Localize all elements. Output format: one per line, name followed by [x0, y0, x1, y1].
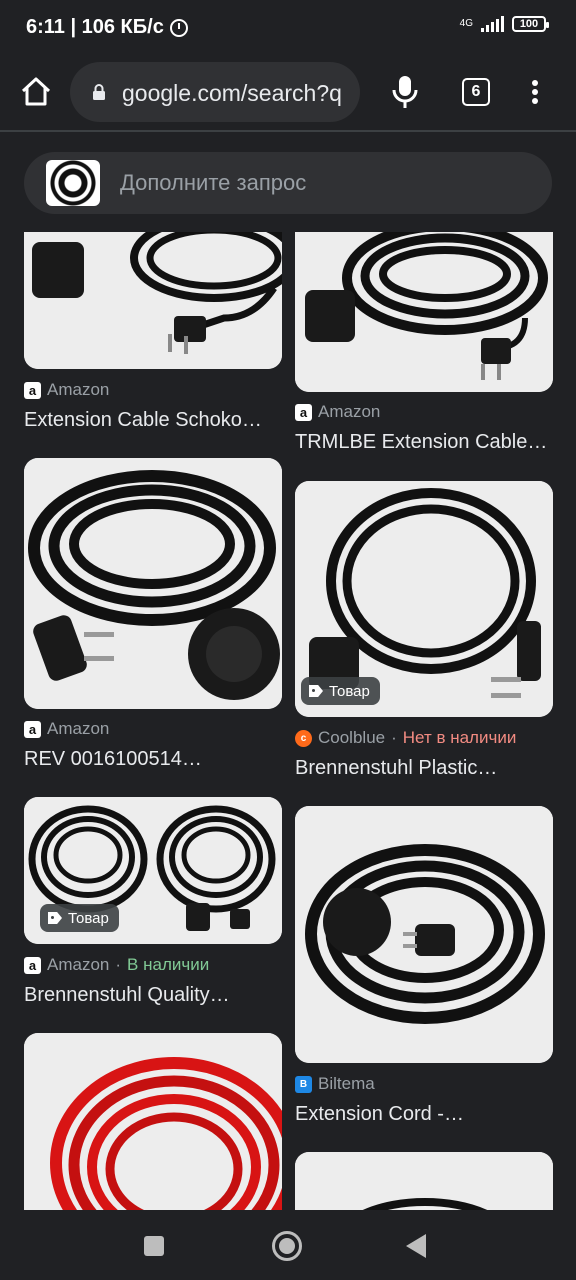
product-badge: Товар	[301, 677, 380, 705]
back-button[interactable]	[406, 1234, 426, 1258]
result-source[interactable]: a Amazon	[295, 402, 380, 422]
result-image[interactable]: Товар	[24, 797, 282, 944]
result-source[interactable]: a Amazon	[24, 719, 109, 739]
tab-count: 6	[471, 83, 481, 100]
address-bar[interactable]: google.com/search?q	[70, 62, 360, 122]
result-image[interactable]: Товар	[295, 481, 553, 717]
result-image[interactable]	[24, 458, 282, 709]
result-image[interactable]	[24, 232, 282, 369]
result-source[interactable]: a Amazon · В наличии	[24, 955, 209, 975]
result-image[interactable]	[295, 1152, 553, 1210]
query-thumbnail	[46, 160, 100, 206]
result-card[interactable]: a Amazon Extension Cable Schoko…	[24, 232, 282, 442]
status-time-text: 6:11 | 106 КБ/с	[26, 16, 164, 38]
tab-switcher-button[interactable]: 6	[462, 78, 490, 106]
refine-search-bar[interactable]: Дополните запрос	[24, 152, 552, 214]
result-title[interactable]: Extension Cord -…	[295, 1103, 553, 1126]
result-card[interactable]: B Biltema Extension Cord -…	[295, 806, 553, 1128]
home-button[interactable]	[18, 74, 54, 110]
separator-dot: ·	[391, 728, 397, 747]
source-name: Coolblue	[318, 728, 386, 747]
battery-level: 100	[519, 18, 539, 30]
tag-icon	[48, 912, 62, 924]
battery-icon: 100	[512, 16, 549, 32]
status-bar: 6:11 | 106 КБ/с 4G 100	[0, 0, 576, 58]
recents-button[interactable]	[144, 1236, 164, 1256]
menu-dot-icon	[532, 80, 538, 86]
result-card[interactable]: Товар a Amazon · В наличии Brennenstuhl …	[24, 797, 282, 1009]
result-source[interactable]: B Biltema	[295, 1074, 375, 1094]
amazon-favicon-icon: a	[295, 403, 312, 421]
badge-label: Товар	[329, 682, 370, 700]
home-icon	[21, 77, 51, 106]
network-type-label: 4G	[459, 18, 473, 29]
more-menu-button[interactable]	[526, 76, 544, 108]
amazon-favicon-icon: a	[24, 956, 41, 974]
result-title[interactable]: TRMLBE Extension Cable…	[295, 431, 553, 454]
result-title[interactable]: REV 0016100514…	[24, 748, 282, 771]
result-card[interactable]: a Amazon TRMLBE Extension Cable…	[295, 232, 553, 462]
result-image[interactable]	[295, 232, 553, 392]
result-card[interactable]: a Amazon REV 0016100514…	[24, 458, 282, 778]
result-title[interactable]: Extension Cable Schoko…	[24, 409, 282, 432]
result-title[interactable]: Brennenstuhl Plastic…	[295, 757, 553, 780]
system-navigation-bar	[0, 1210, 576, 1280]
source-name: Amazon	[318, 402, 381, 421]
result-image[interactable]	[24, 1033, 282, 1210]
source-name: Amazon	[47, 719, 110, 738]
coolblue-favicon-icon: c	[295, 729, 312, 747]
result-card[interactable]: Товар c Coolblue · Нет в наличии Brennen…	[295, 481, 553, 781]
refine-search-placeholder: Дополните запрос	[120, 170, 307, 195]
result-source[interactable]: c Coolblue · Нет в наличии	[295, 728, 516, 748]
alarm-icon	[169, 18, 188, 37]
result-card[interactable]	[295, 1152, 553, 1210]
signal-icon	[481, 16, 504, 32]
source-name: Biltema	[318, 1074, 375, 1093]
browser-toolbar: google.com/search?q 6	[0, 58, 576, 132]
amazon-favicon-icon: a	[24, 381, 41, 399]
voice-search-button[interactable]	[390, 72, 420, 112]
microphone-icon	[392, 76, 418, 108]
source-name: Amazon	[47, 380, 110, 399]
lock-icon	[93, 84, 105, 100]
biltema-favicon-icon: B	[295, 1075, 312, 1093]
product-badge: Товар	[40, 904, 119, 932]
result-source[interactable]: a Amazon	[24, 380, 109, 400]
menu-dot-icon	[532, 98, 538, 104]
result-card[interactable]	[24, 1033, 282, 1210]
menu-dot-icon	[532, 89, 538, 95]
url-text: google.com/search?q	[122, 80, 342, 106]
source-name: Amazon	[47, 955, 110, 974]
result-image[interactable]	[295, 806, 553, 1063]
amazon-favicon-icon: a	[24, 720, 41, 738]
tag-icon	[309, 685, 323, 697]
status-icons: 4G 100	[459, 16, 549, 32]
availability-status: В наличии	[127, 955, 210, 974]
badge-label: Товар	[68, 909, 109, 927]
system-home-button[interactable]	[272, 1231, 302, 1261]
separator-dot: ·	[115, 955, 122, 974]
result-title[interactable]: Brennenstuhl Quality…	[24, 984, 282, 1007]
image-results-grid: a Amazon Extension Cable Schoko… a Amazo…	[0, 232, 576, 1210]
availability-status: Нет в наличии	[402, 728, 517, 747]
status-time: 6:11 | 106 КБ/с	[26, 16, 188, 39]
